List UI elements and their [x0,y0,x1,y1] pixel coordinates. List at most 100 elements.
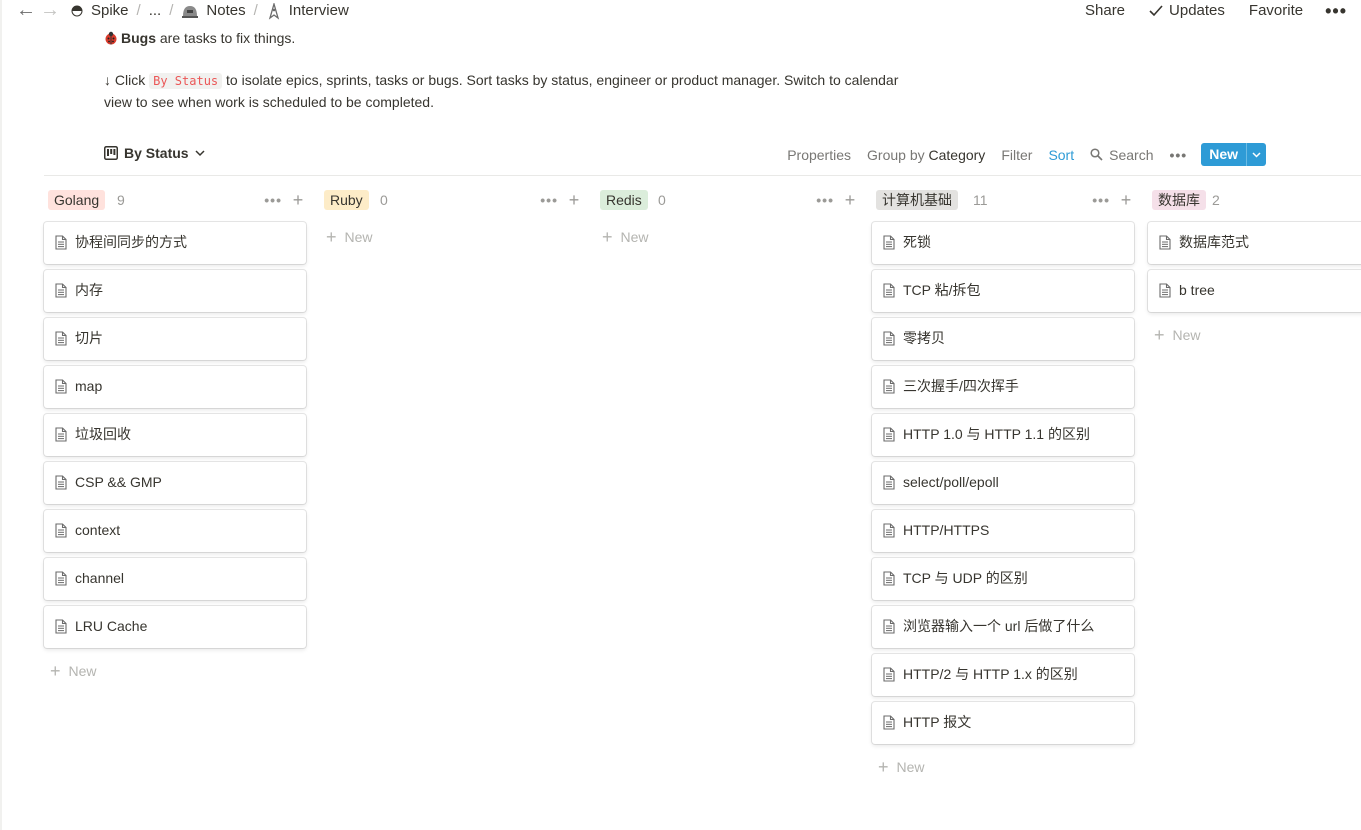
bugs-bold-text: Bugs [121,30,156,46]
forward-arrow-icon[interactable]: → [40,0,60,22]
page-icon [883,475,895,490]
column-add-icon[interactable]: + [842,190,858,210]
card-title: 零拷贝 [903,330,945,346]
by-status-code: By Status [149,73,223,89]
board-card[interactable]: 死锁 [872,222,1134,264]
filter-button[interactable]: Filter [1001,145,1032,165]
share-button[interactable]: Share [1085,2,1125,20]
group-by-prefix: Group by [867,146,929,163]
back-arrow-icon[interactable]: ← [16,0,36,22]
top-actions: Share Updates Favorite ••• [1061,2,1347,20]
category-tag[interactable]: Golang [48,190,106,210]
board-card[interactable]: LRU Cache [44,606,306,648]
category-tag[interactable]: Ruby [324,190,369,210]
column-header: 计算机基础 11 ••• + [872,190,1134,210]
group-by-button[interactable]: Group by Category [867,145,985,165]
page-icon [55,379,67,394]
sort-button[interactable]: Sort [1048,145,1074,165]
column-add-icon[interactable]: + [1118,190,1134,210]
board-card[interactable]: context [44,510,306,552]
board-card[interactable]: 垃圾回收 [44,414,306,456]
rocket-icon [268,2,279,20]
new-button[interactable]: New [1201,143,1266,166]
page-icon [1159,283,1171,298]
column-controls: ••• + [816,190,858,210]
card-title: 三次握手/四次挥手 [903,378,1019,394]
view-tools: Properties Group by Category Filter Sort… [771,143,1266,166]
page-icon [55,283,67,298]
add-card-button[interactable]: + New [320,220,582,254]
card-title: 垃圾回收 [75,426,131,442]
board-card[interactable]: HTTP/2 与 HTTP 1.x 的区别 [872,654,1134,696]
add-card-button[interactable]: + New [1148,318,1361,352]
board-card[interactable]: b tree [1148,270,1361,312]
board-card[interactable]: select/poll/epoll [872,462,1134,504]
board-card[interactable]: channel [44,558,306,600]
updates-label: Updates [1169,2,1225,19]
column-more-icon[interactable]: ••• [264,190,282,210]
board-column: Golang 9 ••• + 协程间同步的方式 内存切片 map 垃圾回收 CSP && GMP… [44,190,306,681]
column-more-icon[interactable]: ••• [540,190,558,210]
properties-button[interactable]: Properties [787,145,851,165]
card-title: 死锁 [903,234,931,250]
board-card[interactable]: 浏览器输入一个 url 后做了什么 [872,606,1134,648]
more-options-icon[interactable]: ••• [1325,2,1347,20]
group-by-value: Category [928,146,986,163]
board-card[interactable]: 协程间同步的方式 [44,222,306,264]
view-more-icon[interactable]: ••• [1169,145,1187,165]
board-card[interactable]: TCP 粘/拆包 [872,270,1134,312]
card-list: + New [320,222,582,254]
category-tag[interactable]: Redis [600,190,648,210]
breadcrumb-item-ellipsis[interactable]: ... [149,2,162,20]
card-title: 数据库范式 [1179,234,1249,250]
new-dropdown-chevron-icon[interactable] [1246,143,1266,166]
view-selector[interactable]: By Status [104,143,205,163]
category-tag[interactable]: 计算机基础 [876,190,958,210]
new-button-label: New [1201,143,1246,166]
column-add-icon[interactable]: + [290,190,306,210]
card-title: TCP 与 UDP 的区别 [903,570,1028,586]
board-card[interactable]: HTTP 报文 [872,702,1134,744]
board-card[interactable]: map [44,366,306,408]
add-card-button[interactable]: + New [872,750,1134,784]
board-card[interactable]: TCP 与 UDP 的区别 [872,558,1134,600]
plus-icon: + [326,227,337,247]
search-button[interactable]: Search [1090,145,1153,165]
page-icon [55,571,67,586]
board-card[interactable]: HTTP/HTTPS [872,510,1134,552]
column-add-icon[interactable]: + [566,190,582,210]
board-view-icon [104,146,118,160]
chevron-down-icon [195,150,205,157]
breadcrumb-item-interview[interactable]: Interview [266,2,349,20]
card-title: HTTP 报文 [903,714,972,730]
column-more-icon[interactable]: ••• [1092,190,1110,210]
board-card[interactable]: 内存 [44,270,306,312]
page-icon [883,379,895,394]
breadcrumb-item-spike[interactable]: Spike [70,2,129,20]
board-card[interactable]: 三次握手/四次挥手 [872,366,1134,408]
search-icon [1090,148,1103,161]
column-more-icon[interactable]: ••• [816,190,834,210]
board-card[interactable]: CSP && GMP [44,462,306,504]
plus-icon: + [1154,325,1165,345]
add-card-label: New [68,663,97,679]
add-card-button[interactable]: + New [596,220,858,254]
board-card[interactable]: 数据库范式 [1148,222,1361,264]
add-card-button[interactable]: + New [44,654,306,688]
page-icon [883,427,895,442]
board-card[interactable]: 切片 [44,318,306,360]
breadcrumb: Spike / ... / Notes / Interview [70,2,349,20]
card-title: 切片 [75,330,103,346]
board-card[interactable]: 零拷贝 [872,318,1134,360]
board-card[interactable]: HTTP 1.0 与 HTTP 1.1 的区别 [872,414,1134,456]
category-tag[interactable]: 数据库 [1152,190,1206,210]
updates-button[interactable]: Updates [1149,2,1225,20]
favorite-button[interactable]: Favorite [1249,2,1303,20]
column-count: 9 [117,192,125,208]
card-title: CSP && GMP [75,474,162,490]
card-list: 死锁 TCP 粘/拆包零拷贝三次握手/四次挥手 HTTP 1.0 与 HTTP 1.… [872,222,1134,784]
view-toolbar: By Status Properties Group by Category F… [104,143,1266,166]
page-icon [55,427,67,442]
breadcrumb-item-notes[interactable]: Notes [181,2,246,20]
column-count: 11 [973,192,988,208]
